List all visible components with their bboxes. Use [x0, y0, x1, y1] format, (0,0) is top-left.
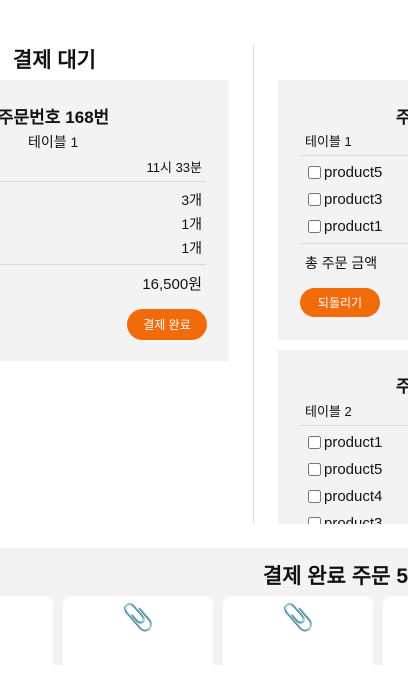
column-divider — [253, 44, 254, 524]
order-item-name: product1 — [324, 434, 383, 451]
divider — [300, 425, 408, 426]
order-item-checkbox[interactable]: product3 — [308, 191, 382, 208]
completed-order-card[interactable] — [383, 596, 408, 676]
order-card-title: 주 — [396, 108, 408, 127]
completed-order-card[interactable]: 📎 — [63, 596, 213, 676]
item-checkbox[interactable] — [308, 193, 321, 206]
pending-section-title: 결제 대기 — [13, 49, 97, 72]
divider — [300, 155, 408, 156]
order-item-name: product3 — [324, 191, 383, 208]
paperclip-icon: 📎 — [282, 602, 315, 632]
order-total: 16,500원 — [142, 276, 202, 293]
order-item-checkbox[interactable]: product3 — [308, 515, 382, 524]
divider — [0, 264, 206, 265]
order-item-name: product4 — [324, 488, 383, 505]
item-checkbox[interactable] — [308, 463, 321, 476]
item-checkbox[interactable] — [308, 166, 321, 179]
order-item-name: product3 — [324, 515, 383, 524]
item-quantity: 3개 — [181, 192, 202, 208]
item-checkbox[interactable] — [308, 490, 321, 503]
completed-order-card[interactable] — [0, 596, 53, 676]
order-item-name: product5 — [324, 461, 383, 478]
order-item-checkbox[interactable]: product5 — [308, 164, 382, 181]
divider — [300, 243, 408, 244]
order-card-table: 테이블 1 — [305, 134, 352, 149]
order-card: 주 테이블 2 product1 product5 product4 produ… — [278, 350, 408, 524]
payment-complete-button[interactable]: 결제 완료 — [127, 309, 207, 340]
completed-section-title: 결제 완료 주문 5 — [263, 565, 408, 588]
order-item-name: product1 — [324, 218, 383, 235]
item-quantity: 1개 — [181, 216, 202, 232]
order-item-checkbox[interactable]: product1 — [308, 434, 382, 451]
order-card-title: 주 — [396, 377, 408, 396]
order-total-label: 총 주문 금액 — [305, 255, 378, 271]
order-item-checkbox[interactable]: product4 — [308, 488, 382, 505]
order-number: 주문번호 168번 — [0, 108, 110, 127]
order-item-checkbox[interactable]: product1 — [308, 218, 382, 235]
item-checkbox[interactable] — [308, 517, 321, 524]
order-table-label: 테이블 1 — [28, 134, 79, 150]
item-checkbox[interactable] — [308, 220, 321, 233]
item-checkbox[interactable] — [308, 436, 321, 449]
order-card-table: 테이블 2 — [305, 404, 352, 419]
paperclip-icon: 📎 — [122, 602, 155, 632]
order-time: 11시 33분 — [146, 160, 203, 175]
order-item-name: product5 — [324, 164, 383, 181]
divider — [0, 181, 206, 182]
revert-button[interactable]: 되돌리기 — [300, 288, 380, 317]
completed-order-card[interactable]: 📎 — [223, 596, 373, 676]
order-item-checkbox[interactable]: product5 — [308, 461, 382, 478]
pending-order-card: 주문번호 168번 테이블 1 11시 33분 3개 1개 1개 16,500원… — [0, 80, 229, 361]
item-quantity: 1개 — [181, 240, 202, 256]
order-card: 주 테이블 1 product5 product3 product1 총 주문 … — [278, 80, 408, 340]
